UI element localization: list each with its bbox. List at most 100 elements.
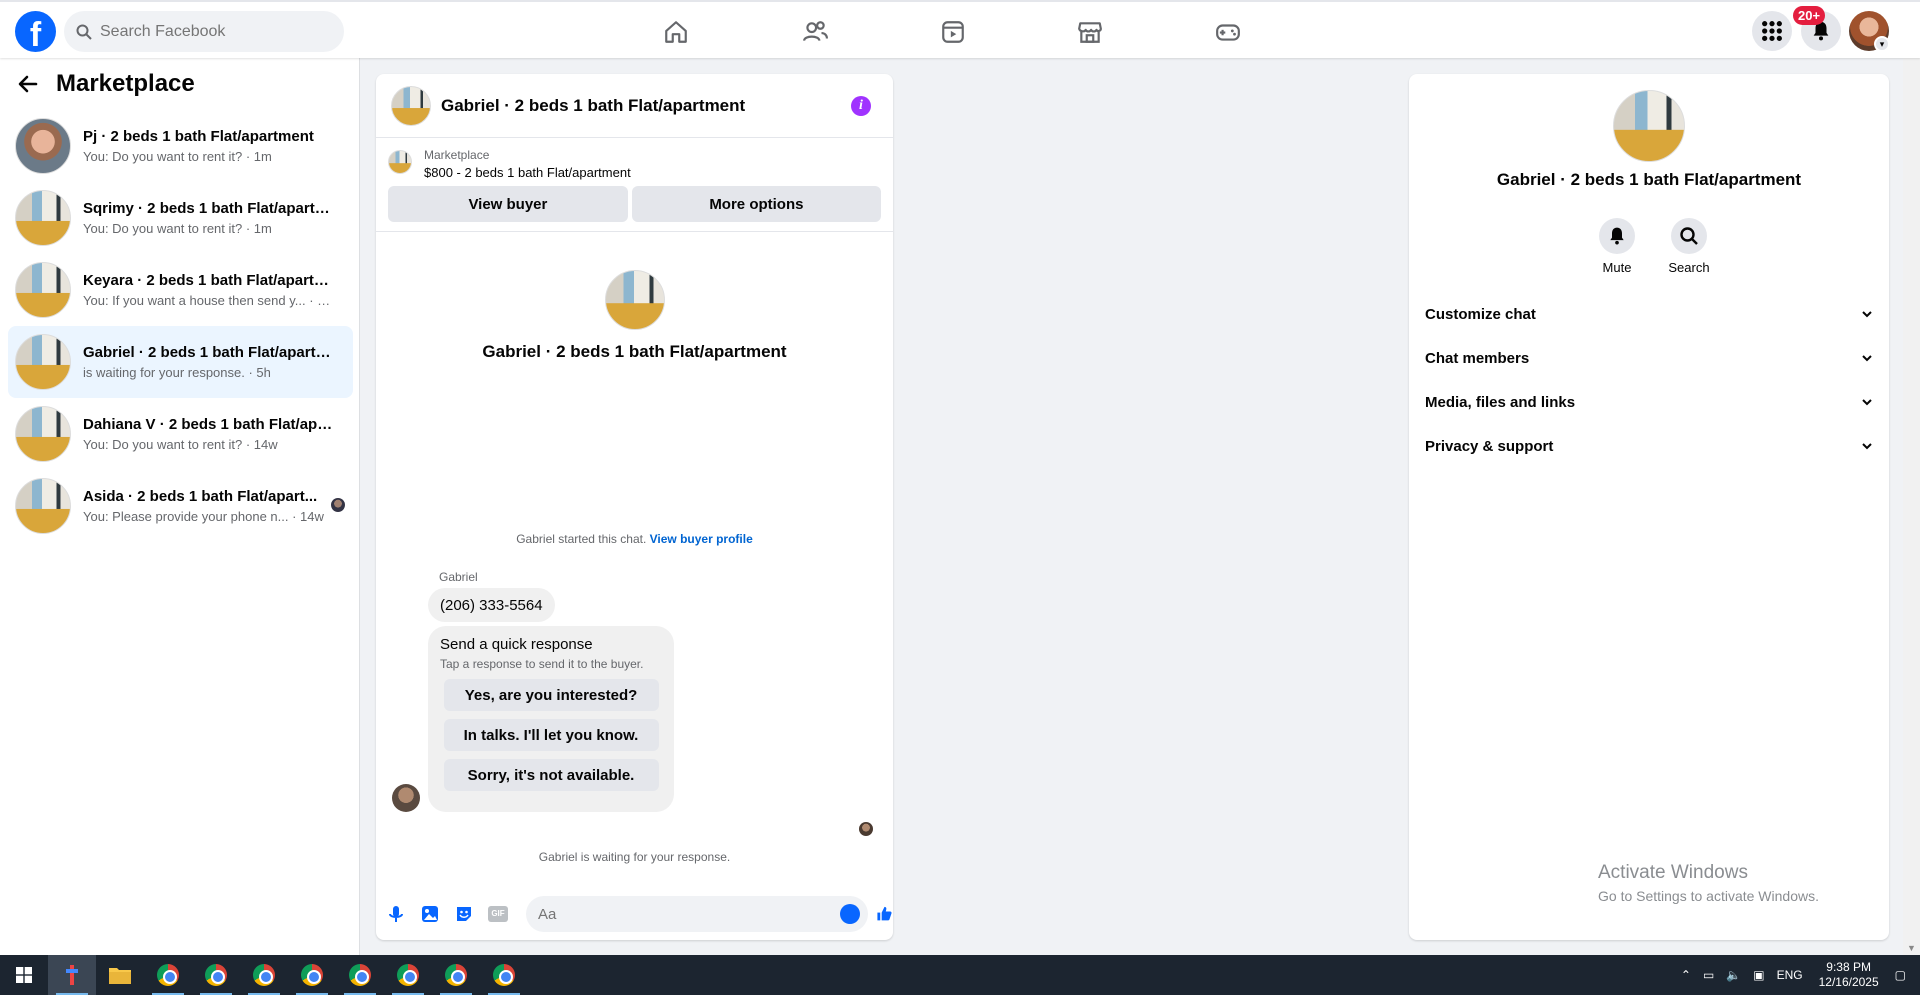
- thumbs-up-icon[interactable]: [876, 901, 893, 927]
- chat-title[interactable]: Gabriel · 2 beds 1 bath Flat/apartment: [441, 96, 745, 116]
- chrome-icon[interactable]: [336, 955, 384, 995]
- conversation-item[interactable]: Keyara · 2 beds 1 bath Flat/apartm... Yo…: [8, 254, 353, 326]
- listing-banner: Marketplace $800 - 2 beds 1 bath Flat/ap…: [376, 138, 893, 232]
- chat-members-section[interactable]: Chat members: [1425, 340, 1873, 376]
- speaker-icon[interactable]: 🔈: [1726, 968, 1741, 982]
- conversation-item[interactable]: Pj · 2 beds 1 bath Flat/apartment You: D…: [8, 110, 353, 182]
- notification-center-icon[interactable]: ▢: [1895, 968, 1906, 982]
- conversation-preview: You: If you want a house then send y... …: [83, 293, 333, 308]
- chat-window: Gabriel · 2 beds 1 bath Flat/apartment i…: [376, 74, 893, 940]
- conversation-item[interactable]: Asida · 2 beds 1 bath Flat/apart... You:…: [8, 470, 353, 542]
- section-label: Media, files and links: [1425, 393, 1576, 411]
- home-tab-icon[interactable]: [660, 16, 692, 48]
- conversation-name: Gabriel · 2 beds 1 bath Flat/apartm...: [83, 344, 333, 361]
- conversation-name: Asida · 2 beds 1 bath Flat/apart...: [83, 488, 318, 505]
- quick-response-option[interactable]: Sorry, it's not available.: [443, 759, 659, 791]
- marketplace-tab-icon[interactable]: [1074, 16, 1106, 48]
- customize-chat-section[interactable]: Customize chat: [1425, 296, 1873, 332]
- clock-time: 9:38 PM: [1826, 960, 1871, 974]
- message-input[interactable]: [538, 905, 868, 923]
- meet-icon[interactable]: ▭: [1703, 968, 1714, 982]
- listing-thumbnail: [15, 478, 71, 534]
- chrome-icon[interactable]: [384, 955, 432, 995]
- chrome-icon[interactable]: [240, 955, 288, 995]
- message-bubble[interactable]: (206) 333-5564: [428, 588, 555, 622]
- mute-label: Mute: [1602, 260, 1632, 275]
- listing-thumbnail: [15, 190, 71, 246]
- language-indicator[interactable]: ENG: [1777, 968, 1803, 982]
- microphone-icon[interactable]: [386, 903, 406, 925]
- listing-thumbnail[interactable]: [388, 150, 412, 174]
- media-files-links-section[interactable]: Media, files and links: [1425, 384, 1873, 420]
- conversation-item-active[interactable]: Gabriel · 2 beds 1 bath Flat/apartm... i…: [8, 326, 353, 398]
- search-icon: [76, 24, 92, 40]
- message-input-box[interactable]: [526, 896, 868, 932]
- chrome-icon[interactable]: [192, 955, 240, 995]
- file-explorer-icon[interactable]: [96, 955, 144, 995]
- search-input[interactable]: [100, 22, 320, 41]
- chevron-down-icon: [1862, 355, 1872, 362]
- conversation-preview: is waiting for your response. · 5h: [83, 365, 271, 380]
- activate-windows-watermark: Activate Windows Go to Settings to activ…: [1598, 862, 1819, 904]
- quick-response-subtitle: Tap a response to send it to the buyer.: [440, 657, 644, 671]
- listing-thumbnail: [15, 406, 71, 462]
- listing-thumbnail[interactable]: [391, 85, 431, 126]
- section-label: Customize chat: [1425, 305, 1536, 323]
- windows-logo-icon: [16, 967, 32, 983]
- back-arrow-icon[interactable]: [16, 72, 40, 96]
- section-label: Chat members: [1425, 349, 1530, 367]
- facebook-logo-icon[interactable]: f: [15, 11, 56, 52]
- start-button[interactable]: [0, 955, 48, 995]
- view-buyer-profile-link[interactable]: View buyer profile: [650, 532, 753, 546]
- chat-intro-title: Gabriel · 2 beds 1 bath Flat/apartment: [482, 342, 787, 361]
- menu-grid-button[interactable]: [1752, 11, 1792, 51]
- gaming-tab-icon[interactable]: [1212, 16, 1244, 48]
- sticker-icon[interactable]: [454, 903, 474, 925]
- info-icon[interactable]: i: [851, 96, 871, 116]
- chrome-icon[interactable]: [480, 955, 528, 995]
- listing-thumbnail[interactable]: [1613, 90, 1685, 162]
- privacy-support-section[interactable]: Privacy & support: [1425, 428, 1873, 464]
- listing-label: Marketplace: [424, 148, 490, 162]
- quick-response-option[interactable]: Yes, are you interested?: [443, 679, 659, 711]
- more-options-button[interactable]: More options: [631, 186, 881, 222]
- page-scrollbar[interactable]: ▼: [1903, 58, 1920, 955]
- friends-tab-icon[interactable]: [799, 16, 831, 48]
- conversation-name: Keyara · 2 beds 1 bath Flat/apartm...: [83, 272, 333, 289]
- video-tab-icon[interactable]: [937, 16, 969, 48]
- clock[interactable]: 9:38 PM 12/16/2025: [1819, 960, 1879, 990]
- seen-avatar: [331, 498, 345, 512]
- sender-avatar[interactable]: [392, 784, 420, 812]
- system-tray: ⌃ ▭ 🔈 ▣ ENG 9:38 PM 12/16/2025 ▢: [1675, 955, 1920, 995]
- scroll-down-arrow-icon[interactable]: ▼: [1907, 943, 1916, 953]
- conversation-item[interactable]: Dahiana V · 2 beds 1 bath Flat/apa... Yo…: [8, 398, 353, 470]
- chevron-up-icon[interactable]: ⌃: [1681, 968, 1691, 982]
- photo-icon[interactable]: [420, 903, 440, 925]
- watermark-title: Activate Windows: [1598, 862, 1748, 883]
- search-icon: [1680, 227, 1698, 245]
- taskbar-app-active[interactable]: [48, 955, 96, 995]
- chevron-down-icon: [1862, 399, 1872, 406]
- chrome-icon[interactable]: [144, 955, 192, 995]
- conversation-preview: You: Please provide your phone n... · 14…: [83, 509, 324, 524]
- chat-started-text: Gabriel started this chat.: [516, 532, 647, 546]
- search-box[interactable]: [64, 11, 344, 52]
- search-conversation-button[interactable]: Search: [1659, 218, 1719, 275]
- chevron-down-icon[interactable]: ▾: [1874, 36, 1890, 52]
- chat-header: Gabriel · 2 beds 1 bath Flat/apartment i: [376, 74, 893, 138]
- listing-thumbnail: [15, 262, 71, 318]
- emoji-icon[interactable]: [840, 904, 860, 924]
- network-icon[interactable]: ▣: [1753, 968, 1764, 982]
- sender-name: Gabriel: [439, 570, 478, 584]
- quick-response-option[interactable]: In talks. I'll let you know.: [443, 719, 659, 751]
- view-buyer-button[interactable]: View buyer: [388, 186, 628, 222]
- mute-button[interactable]: Mute: [1587, 218, 1647, 275]
- gif-label: GIF: [488, 906, 508, 922]
- chrome-icon[interactable]: [288, 955, 336, 995]
- quick-response-card: Send a quick response Tap a response to …: [428, 626, 674, 812]
- chrome-icon[interactable]: [432, 955, 480, 995]
- listing-price[interactable]: $800 - 2 beds 1 bath Flat/apartment: [424, 165, 631, 180]
- waiting-notice: Gabriel is waiting for your response.: [538, 850, 731, 864]
- conversation-item[interactable]: Sqrimy · 2 beds 1 bath Flat/apartm... Yo…: [8, 182, 353, 254]
- gif-icon[interactable]: GIF: [488, 903, 508, 925]
